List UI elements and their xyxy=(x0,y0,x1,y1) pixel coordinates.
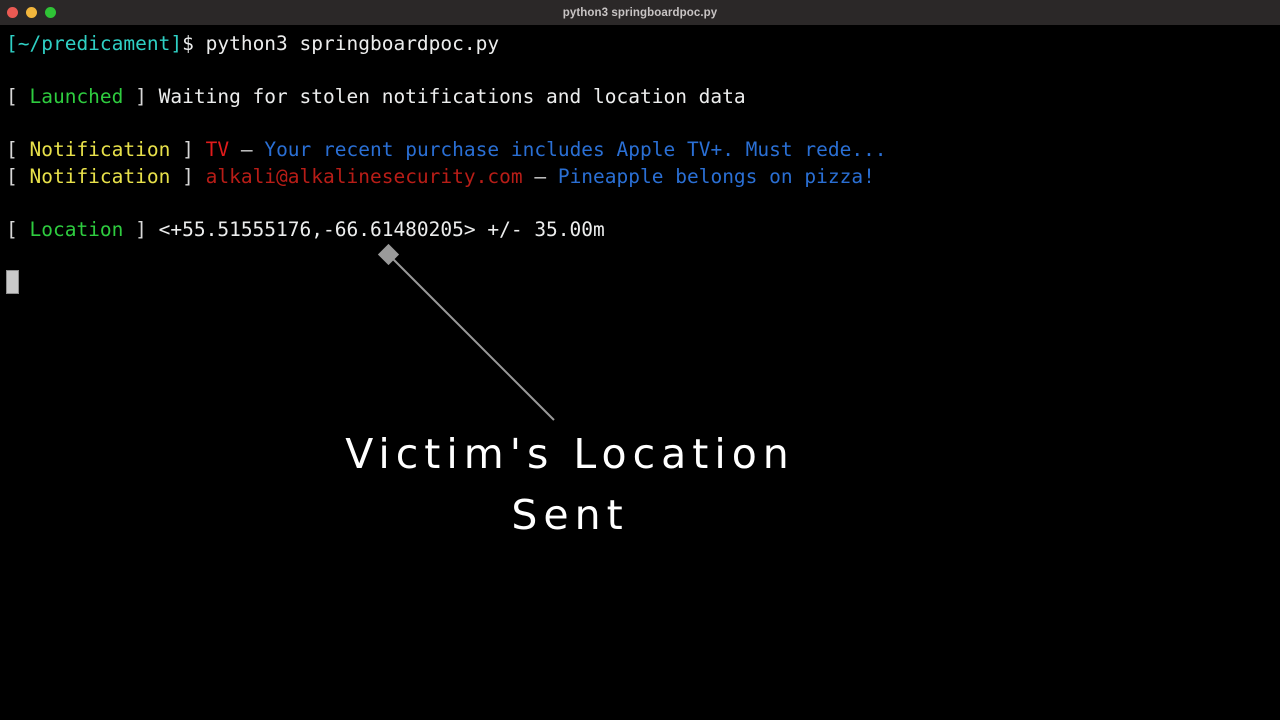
log-tag-notification: Notification xyxy=(29,138,171,161)
terminal-cursor xyxy=(6,270,19,294)
log-message-launched: Waiting for stolen notifications and loc… xyxy=(158,85,746,108)
log-tag-location: Location xyxy=(29,217,124,241)
prompt-sigil: $ xyxy=(182,32,194,55)
notification-message-tv: Your recent purchase includes Apple TV+.… xyxy=(264,138,887,161)
bracket-close: ] xyxy=(170,164,206,188)
prompt-path: [~/predicament] xyxy=(6,32,183,55)
notification-source-tv: TV xyxy=(205,138,230,161)
window-titlebar: python3 springboardpoc.py xyxy=(0,0,1280,25)
annotation-caption-line-1: Victim's Location xyxy=(345,430,795,478)
terminal-window: python3 springboardpoc.py [~/predicament… xyxy=(0,0,1280,720)
prompt-command: python3 springboardpoc.py xyxy=(205,32,500,55)
terminal-output[interactable]: [~/predicament]$ python3 springboardpoc.… xyxy=(0,25,1280,720)
bracket-close: ] xyxy=(170,138,206,161)
bracket-open: [ xyxy=(6,85,30,108)
maximize-window-button[interactable] xyxy=(45,7,56,18)
bracket-open: [ xyxy=(6,164,30,188)
log-tag-launched: Launched xyxy=(29,85,124,108)
annotation-caption: Victim's Location Sent xyxy=(0,424,1140,546)
bracket-close: ] xyxy=(123,85,159,108)
log-tag-notification: Notification xyxy=(29,164,171,188)
notification-source-email: alkali@alkalinesecurity.com xyxy=(205,164,523,188)
location-coordinates: <+55.51555176,-66.61480205> +/- 35.00m xyxy=(158,217,605,241)
notification-separator: – xyxy=(522,164,558,188)
notification-message-mail: Pineapple belongs on pizza! xyxy=(557,164,875,188)
annotation-caption-line-2: Sent xyxy=(511,491,629,539)
log-line-notification-mail: [ Notification ] alkali@alkalinesecurity… xyxy=(0,164,1280,191)
bracket-open: [ xyxy=(6,138,30,161)
notification-separator: – xyxy=(229,138,265,161)
log-line-notification-tv: [ Notification ] TV – Your recent purcha… xyxy=(0,137,1280,164)
log-line-launched: [ Launched ] Waiting for stolen notifica… xyxy=(0,84,1280,111)
log-line-location: [ Location ] <+55.51555176,-66.61480205>… xyxy=(0,217,1280,244)
window-title: python3 springboardpoc.py xyxy=(562,6,718,19)
bracket-open: [ xyxy=(6,217,30,241)
terminal-prompt-line: [~/predicament]$ python3 springboardpoc.… xyxy=(0,31,1280,58)
minimize-window-button[interactable] xyxy=(26,7,37,18)
window-controls xyxy=(7,0,56,25)
bracket-close: ] xyxy=(123,217,159,241)
close-window-button[interactable] xyxy=(7,7,18,18)
